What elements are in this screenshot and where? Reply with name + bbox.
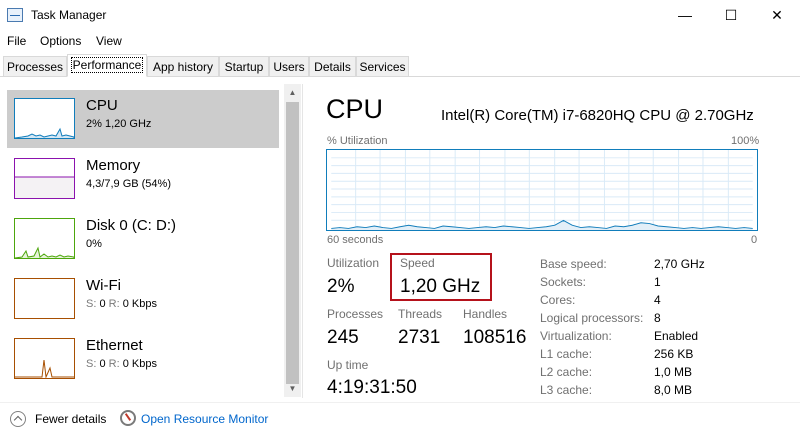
spec-label: Cores: xyxy=(540,293,576,307)
send-value: 0 xyxy=(99,358,106,370)
minimize-button[interactable]: — xyxy=(662,0,708,30)
tab-services[interactable]: Services xyxy=(356,56,409,76)
sidebar-item-cpu[interactable]: CPU 2% 1,20 GHz xyxy=(7,90,279,148)
sidebar-item-detail: 0% xyxy=(86,238,102,250)
menu-file[interactable]: File xyxy=(7,34,26,48)
uptime-label: Up time xyxy=(327,358,369,372)
cpu-utilization-graph xyxy=(326,149,758,231)
handles-value: 108516 xyxy=(463,327,527,348)
processes-value: 245 xyxy=(327,327,359,348)
receive-label: R: xyxy=(108,358,120,370)
spec-value: 4 xyxy=(654,293,661,307)
sidebar-item-detail: S: 0 R: 0 Kbps xyxy=(86,298,157,310)
scroll-down-icon[interactable]: ▼ xyxy=(284,380,301,397)
send-label: S: xyxy=(86,358,97,370)
cpu-thumbnail xyxy=(14,98,75,139)
footer-bar xyxy=(0,402,800,446)
spec-label: L1 cache: xyxy=(540,347,593,361)
memory-thumbnail xyxy=(14,158,75,199)
spec-value: 2,70 GHz xyxy=(654,257,705,271)
sidebar-item-label: Wi-Fi xyxy=(86,277,121,294)
spec-label: Logical processors: xyxy=(540,311,644,325)
handles-label: Handles xyxy=(463,307,508,321)
tab-bar: Processes Performance App history Startu… xyxy=(0,54,800,77)
title-bar: Task Manager — ☐ ✕ xyxy=(0,0,800,30)
spec-label: Virtualization: xyxy=(540,329,612,343)
maximize-button[interactable]: ☐ xyxy=(708,0,754,30)
spec-value: Enabled xyxy=(654,329,699,343)
disk-thumbnail xyxy=(14,218,75,259)
cpu-model: Intel(R) Core(TM) i7-6820HQ CPU @ 2.70GH… xyxy=(441,107,754,124)
threads-label: Threads xyxy=(398,307,443,321)
sidebar-item-detail: 4,3/7,9 GB (54%) xyxy=(86,178,171,190)
close-button[interactable]: ✕ xyxy=(754,0,800,30)
sidebar-item-detail: S: 0 R: 0 Kbps xyxy=(86,358,157,370)
graph-time-label: 60 seconds xyxy=(327,234,384,246)
tab-app-history[interactable]: App history xyxy=(147,56,219,76)
chevron-up-icon[interactable] xyxy=(10,411,26,427)
open-resource-monitor-link[interactable]: Open Resource Monitor xyxy=(141,412,268,426)
threads-value: 2731 xyxy=(398,327,441,348)
sidebar-item-detail: 2% 1,20 GHz xyxy=(86,118,152,130)
cpu-utilization-area xyxy=(331,220,753,230)
sidebar-item-ethernet[interactable]: Ethernet S: 0 R: 0 Kbps xyxy=(7,330,279,388)
sidebar-item-wifi[interactable]: Wi-Fi S: 0 R: 0 Kbps xyxy=(7,270,279,328)
sidebar-scrollbar[interactable]: ▲ ▼ xyxy=(284,84,301,397)
menu-options[interactable]: Options xyxy=(40,34,81,48)
tab-details[interactable]: Details xyxy=(309,56,356,76)
tab-performance[interactable]: Performance xyxy=(67,54,147,77)
spec-value: 1 xyxy=(654,275,661,289)
receive-value: 0 Kbps xyxy=(122,298,157,310)
speed-highlight-box xyxy=(390,253,492,301)
graph-max-label: 100% xyxy=(731,135,760,147)
resource-sidebar: CPU 2% 1,20 GHz Memory 4,3/7,9 GB (54%) … xyxy=(0,84,300,398)
sidebar-item-label: CPU xyxy=(86,97,118,114)
scroll-thumb[interactable] xyxy=(286,102,299,384)
tab-users[interactable]: Users xyxy=(269,56,309,76)
tab-processes[interactable]: Processes xyxy=(3,56,67,76)
scroll-up-icon[interactable]: ▲ xyxy=(284,84,301,101)
cpu-utilization-line xyxy=(331,219,753,229)
utilization-label: Utilization xyxy=(327,256,380,270)
task-manager-icon xyxy=(7,8,23,22)
send-value: 0 xyxy=(99,298,106,310)
spec-label: Base speed: xyxy=(540,257,607,271)
receive-label: R: xyxy=(108,298,120,310)
receive-value: 0 Kbps xyxy=(122,358,157,370)
sidebar-item-label: Memory xyxy=(86,157,141,174)
spec-label: Sockets: xyxy=(540,275,587,289)
sidebar-item-label: Disk 0 (C: D:) xyxy=(86,217,176,234)
menu-bar: File Options View xyxy=(0,31,800,51)
uptime-value: 4:19:31:50 xyxy=(327,377,417,398)
spec-value: 8 xyxy=(654,311,661,325)
resource-monitor-icon[interactable] xyxy=(120,410,136,426)
wifi-thumbnail xyxy=(14,278,75,319)
ethernet-thumbnail xyxy=(14,338,75,379)
utilization-value: 2% xyxy=(327,276,355,297)
menu-view[interactable]: View xyxy=(96,34,122,48)
spec-value: 1,0 MB xyxy=(654,365,693,379)
spec-value: 8,0 MB xyxy=(654,383,693,397)
window-title: Task Manager xyxy=(31,8,107,22)
sidebar-item-disk[interactable]: Disk 0 (C: D:) 0% xyxy=(7,210,279,268)
processes-label: Processes xyxy=(327,307,384,321)
spec-label: L3 cache: xyxy=(540,383,593,397)
graph-y-label: % Utilization xyxy=(327,135,388,147)
sidebar-item-memory[interactable]: Memory 4,3/7,9 GB (54%) xyxy=(7,150,279,208)
tab-startup[interactable]: Startup xyxy=(219,56,269,76)
spec-value: 256 KB xyxy=(654,347,694,361)
tab-performance-label: Performance xyxy=(70,57,144,73)
spec-label: L2 cache: xyxy=(540,365,593,379)
sidebar-item-label: Ethernet xyxy=(86,337,143,354)
page-title: CPU xyxy=(326,94,384,124)
graph-min-label: 0 xyxy=(751,234,758,246)
send-label: S: xyxy=(86,298,97,310)
graph-grid xyxy=(331,150,753,230)
fewer-details-button[interactable]: Fewer details xyxy=(35,412,106,426)
panel-divider xyxy=(302,84,303,398)
